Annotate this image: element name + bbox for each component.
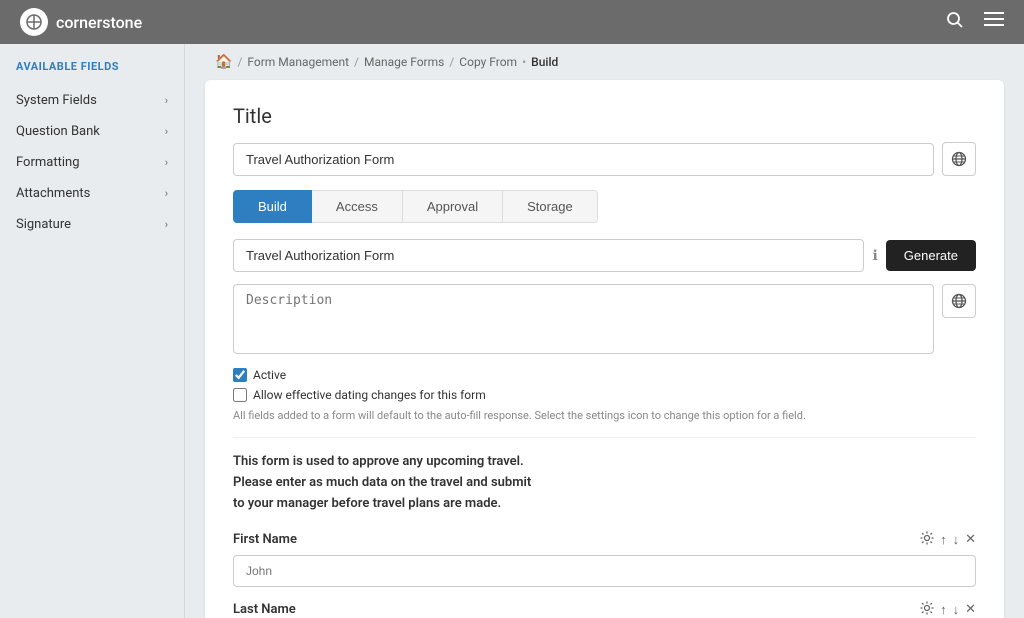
sidebar-item-label: System Fields — [16, 93, 97, 108]
first-name-label: First Name — [233, 532, 297, 547]
menu-icon[interactable] — [984, 11, 1004, 34]
sidebar-item-label: Formatting — [16, 155, 80, 170]
generate-button[interactable]: Generate — [886, 240, 976, 271]
breadcrumb-form-management[interactable]: Form Management — [247, 55, 349, 69]
chevron-right-icon: › — [165, 218, 168, 231]
move-up-icon[interactable]: ↑ — [940, 602, 947, 618]
sidebar-title: AVAILABLE FIELDS — [0, 60, 184, 85]
desc-globe-button[interactable] — [942, 284, 976, 318]
form-name-row: ℹ Generate — [233, 239, 976, 272]
effective-dating-label[interactable]: Allow effective dating changes for this … — [253, 388, 486, 402]
settings-icon[interactable] — [920, 531, 934, 549]
tabs: Build Access Approval Storage — [233, 190, 976, 223]
sidebar-item-system-fields[interactable]: System Fields › — [0, 85, 184, 116]
form-description-text: This form is used to approve any upcomin… — [233, 452, 976, 514]
app-name: cornerstone — [56, 13, 142, 32]
logo-icon — [20, 8, 48, 36]
breadcrumb-sep: • — [522, 55, 526, 69]
move-up-icon[interactable]: ↑ — [940, 532, 947, 548]
breadcrumb-sep: / — [354, 55, 359, 69]
breadcrumb-sep: / — [237, 55, 242, 69]
top-navbar: cornerstone — [0, 0, 1024, 44]
search-icon[interactable] — [946, 11, 964, 34]
main-content: 🏠 / Form Management / Manage Forms / Cop… — [185, 44, 1024, 618]
desc-row — [233, 284, 976, 354]
form-card: Title Build Access Approv — [205, 80, 1004, 618]
tab-storage[interactable]: Storage — [503, 190, 598, 223]
tab-access[interactable]: Access — [312, 190, 403, 223]
info-icon[interactable]: ℹ — [872, 248, 877, 264]
effective-dating-checkbox[interactable] — [233, 388, 247, 402]
sidebar-item-formatting[interactable]: Formatting › — [0, 147, 184, 178]
chevron-right-icon: › — [165, 156, 168, 169]
remove-icon[interactable]: ✕ — [965, 532, 976, 547]
form-section-title: Title — [233, 104, 976, 128]
effective-dating-checkbox-row: Allow effective dating changes for this … — [233, 388, 976, 402]
divider — [233, 437, 976, 438]
breadcrumb: 🏠 / Form Management / Manage Forms / Cop… — [185, 44, 1024, 80]
sidebar-item-question-bank[interactable]: Question Bank › — [0, 116, 184, 147]
field-section-first-name: First Name ↑ ↓ ✕ — [233, 531, 976, 587]
first-name-actions: ↑ ↓ ✕ — [920, 531, 976, 549]
breadcrumb-copy-from[interactable]: Copy From — [459, 55, 517, 69]
form-name-input[interactable] — [233, 239, 864, 272]
active-checkbox-row: Active — [233, 368, 976, 382]
sidebar-item-label: Question Bank — [16, 124, 100, 139]
breadcrumb-manage-forms[interactable]: Manage Forms — [364, 55, 444, 69]
description-textarea[interactable] — [233, 284, 934, 354]
field-header-last-name: Last Name ↑ ↓ ✕ — [233, 601, 976, 618]
breadcrumb-current: Build — [531, 55, 558, 69]
chevron-right-icon: › — [165, 125, 168, 138]
move-down-icon[interactable]: ↓ — [953, 532, 960, 548]
sidebar-item-label: Attachments — [16, 186, 90, 201]
settings-icon[interactable] — [920, 601, 934, 618]
hint-text: All fields added to a form will default … — [233, 408, 976, 423]
title-input-row — [233, 142, 976, 176]
nav-actions — [946, 11, 1004, 34]
remove-icon[interactable]: ✕ — [965, 602, 976, 617]
title-input[interactable] — [233, 143, 934, 176]
chevron-right-icon: › — [165, 94, 168, 107]
main-layout: AVAILABLE FIELDS System Fields › Questio… — [0, 44, 1024, 618]
move-down-icon[interactable]: ↓ — [953, 602, 960, 618]
active-checkbox[interactable] — [233, 368, 247, 382]
last-name-label: Last Name — [233, 602, 296, 617]
home-icon[interactable]: 🏠 — [215, 54, 232, 70]
field-header-first-name: First Name ↑ ↓ ✕ — [233, 531, 976, 549]
first-name-input[interactable] — [233, 555, 976, 587]
active-label[interactable]: Active — [253, 368, 286, 382]
sidebar: AVAILABLE FIELDS System Fields › Questio… — [0, 44, 185, 618]
tab-build[interactable]: Build — [233, 190, 312, 223]
breadcrumb-sep: / — [449, 55, 454, 69]
sidebar-item-attachments[interactable]: Attachments › — [0, 178, 184, 209]
app-logo: cornerstone — [20, 8, 142, 36]
title-globe-button[interactable] — [942, 142, 976, 176]
last-name-actions: ↑ ↓ ✕ — [920, 601, 976, 618]
chevron-right-icon: › — [165, 187, 168, 200]
sidebar-item-label: Signature — [16, 217, 71, 232]
sidebar-item-signature[interactable]: Signature › — [0, 209, 184, 240]
field-section-last-name: Last Name ↑ ↓ ✕ — [233, 601, 976, 618]
tab-approval[interactable]: Approval — [403, 190, 503, 223]
